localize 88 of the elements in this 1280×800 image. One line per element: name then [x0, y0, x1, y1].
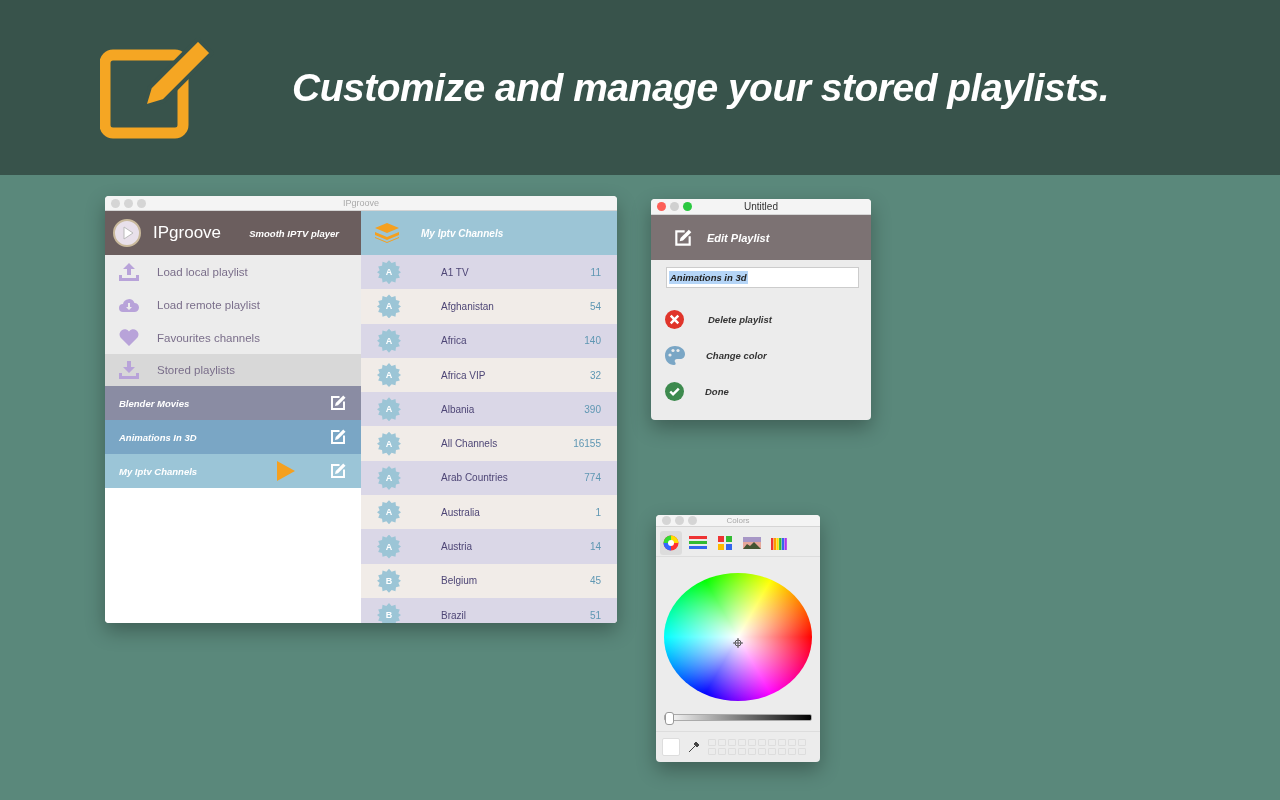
window-title: Colors — [726, 516, 750, 525]
letter-badge: A — [377, 465, 401, 490]
palette-icon[interactable] — [665, 346, 685, 365]
channel-name: Africa VIP — [440, 369, 487, 381]
channel-name: Arab Countries — [440, 472, 509, 484]
channel-name: A1 TV — [440, 266, 470, 278]
app-name: IPgroove — [153, 223, 223, 243]
channel-row[interactable]: A A1 TV 11 — [361, 255, 617, 290]
letter-badge: B — [377, 603, 401, 623]
dialog-title: Edit Playlist — [707, 231, 770, 244]
eyedropper-icon[interactable] — [688, 741, 700, 753]
pencils-icon — [771, 536, 787, 550]
channel-row[interactable]: A Arab Countries 774 — [361, 460, 617, 496]
playlist-name-field[interactable]: Animations in 3d — [666, 267, 859, 288]
letter-badge: A — [377, 328, 401, 353]
channel-count: 16155 — [573, 438, 601, 450]
list-title: My Iptv Channels — [421, 227, 504, 239]
channel-name: Austria — [440, 541, 474, 552]
channel-name: Africa — [440, 335, 468, 347]
action-label[interactable]: Done — [705, 386, 729, 397]
channel-count: 32 — [589, 369, 601, 381]
channel-count: 14 — [589, 541, 601, 552]
menu-label: Load remote playlist — [157, 298, 260, 311]
channel-name: All Channels — [440, 438, 499, 450]
action-label[interactable]: Change color — [706, 350, 767, 361]
color-mode-tab[interactable] — [660, 531, 682, 555]
image-icon — [743, 537, 761, 549]
channel-count: 45 — [589, 575, 601, 587]
channel-count: 1 — [595, 506, 601, 518]
channel-row[interactable]: B Brazil 51 — [361, 597, 617, 623]
window-title: Untitled — [744, 201, 778, 212]
letter-badge: B — [377, 568, 401, 593]
playlist-name: My Iptv Channels — [119, 465, 199, 477]
channel-count: 51 — [589, 609, 601, 621]
channel-name: Brazil — [440, 609, 467, 621]
playlist-name: Animations In 3D — [119, 431, 198, 443]
palette-grid-icon — [718, 536, 732, 550]
channel-name: Belgium — [440, 575, 479, 587]
playlist-name: Blender Movies — [119, 397, 191, 409]
menu-item[interactable]: Load local playlist — [105, 255, 361, 288]
sliders-icon — [689, 536, 707, 550]
check-icon[interactable] — [665, 382, 684, 401]
menu-label: Favourites channels — [157, 331, 260, 344]
action-label[interactable]: Delete playlist — [705, 314, 772, 325]
tagline: Smooth IPTV player — [249, 227, 341, 239]
delete-icon[interactable] — [665, 310, 684, 329]
letter-badge: A — [377, 260, 401, 285]
cloud-download-icon — [119, 297, 139, 312]
channel-row[interactable]: A Austria 14 — [361, 529, 617, 564]
edit-icon[interactable] — [673, 227, 693, 248]
letter-badge: A — [377, 363, 401, 388]
letter-badge: A — [377, 500, 401, 525]
letter-badge: A — [377, 397, 401, 422]
headline: Customize and manage your stored playlists. — [292, 65, 1110, 110]
menu-item[interactable]: Favourites channels — [105, 321, 361, 354]
channel-count: 774 — [584, 472, 601, 484]
upload-icon — [119, 262, 139, 281]
download-icon — [119, 361, 139, 379]
crosshair-icon[interactable] — [733, 637, 743, 648]
menu-item[interactable]: Stored playlists — [105, 354, 361, 386]
color-swatch[interactable] — [662, 738, 680, 756]
edit-icon[interactable] — [329, 394, 347, 412]
menu-item[interactable]: Load remote playlist — [105, 288, 361, 321]
letter-badge: A — [377, 534, 401, 559]
close-button[interactable] — [657, 202, 666, 211]
play-logo-icon — [113, 219, 141, 247]
menu-label: Stored playlists — [157, 364, 235, 376]
playlist-row[interactable]: Blender Movies — [105, 386, 361, 420]
channel-name: Australia — [440, 506, 481, 518]
channel-row[interactable]: A Africa 140 — [361, 323, 617, 358]
menu-label: Load local playlist — [157, 265, 248, 278]
letter-badge: A — [377, 294, 401, 319]
heart-icon — [119, 329, 139, 346]
channel-count: 140 — [584, 335, 601, 347]
channel-name: Albania — [440, 403, 476, 415]
channel-count: 11 — [590, 266, 601, 278]
layers-icon — [375, 223, 399, 243]
color-wheel-icon — [663, 535, 679, 551]
zoom-button[interactable] — [683, 202, 692, 211]
letter-badge: A — [377, 431, 401, 456]
window-title: IPgroove — [343, 198, 379, 208]
channel-row[interactable]: A Albania 390 — [361, 392, 617, 427]
minimize-button[interactable] — [670, 202, 679, 211]
slider-thumb[interactable] — [665, 711, 674, 725]
channel-name: Afghanistan — [440, 300, 495, 312]
edit-icon[interactable] — [329, 428, 347, 446]
channel-count: 390 — [584, 403, 601, 415]
channel-count: 54 — [589, 300, 601, 312]
